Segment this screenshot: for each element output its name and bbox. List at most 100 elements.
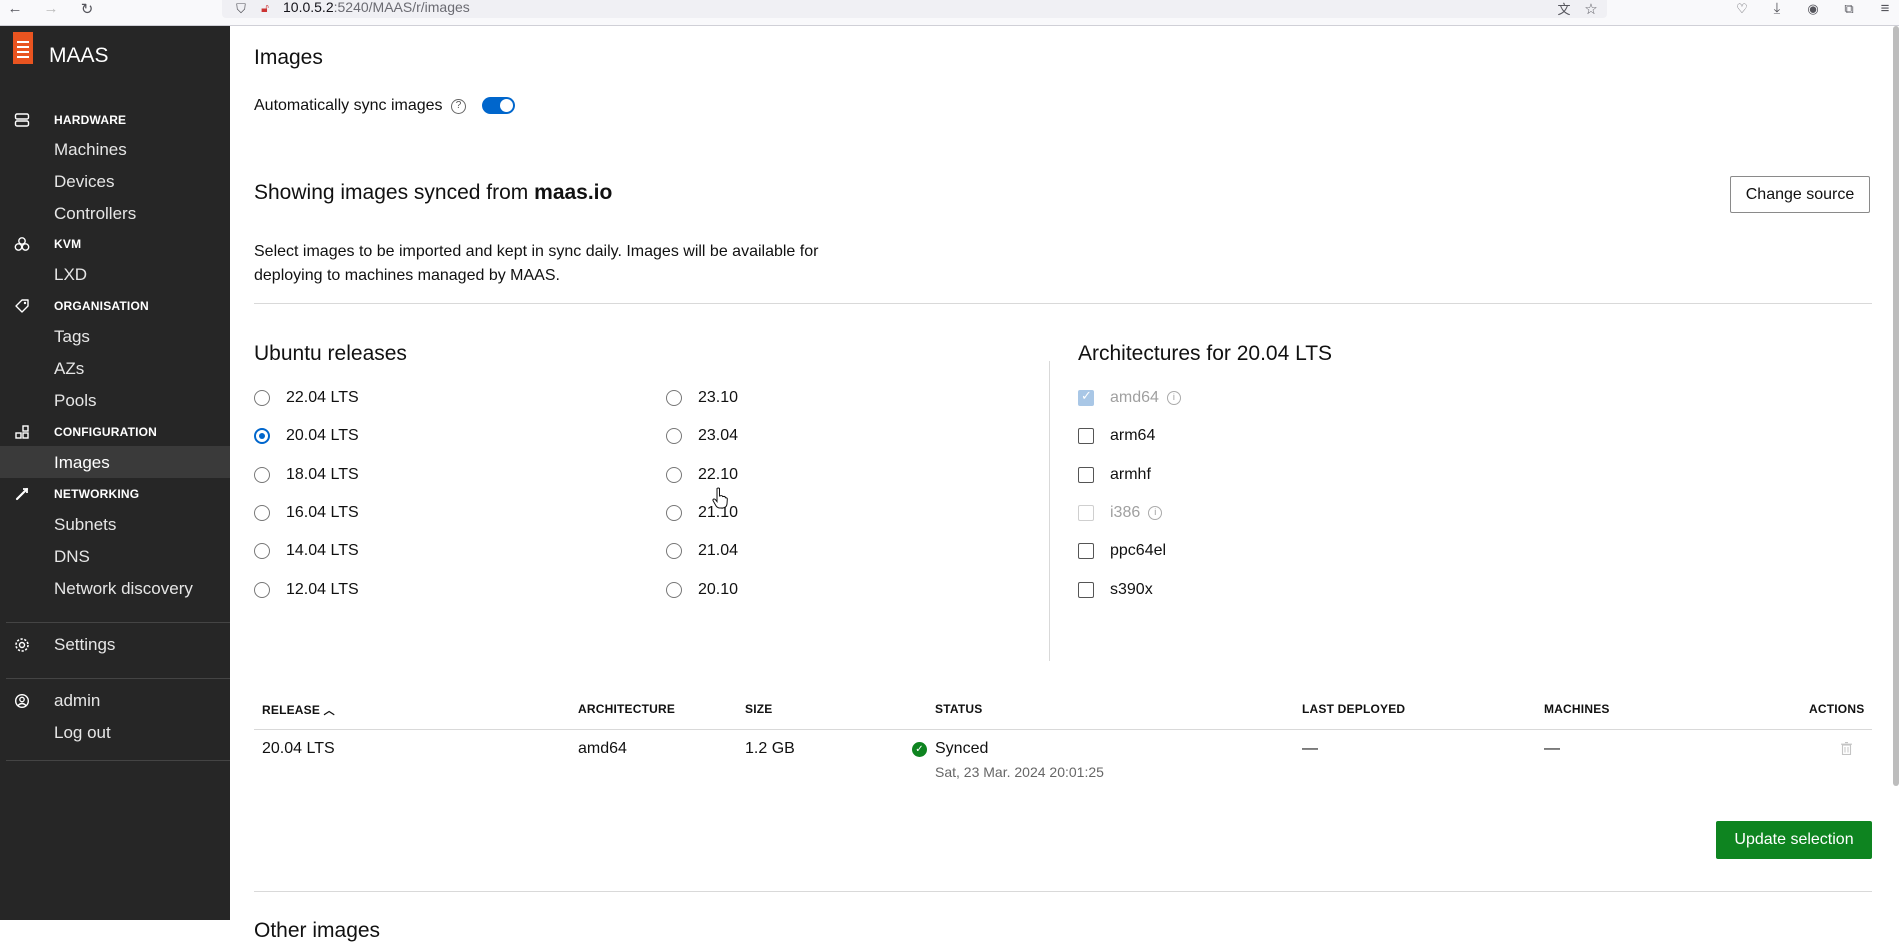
arch-label: arm64 [1110, 427, 1156, 444]
column-header-release[interactable]: RELEASE ︿ [262, 702, 335, 718]
info-icon[interactable]: i [1148, 506, 1163, 520]
auto-sync-toggle[interactable] [482, 97, 515, 114]
radio-button[interactable] [254, 543, 270, 559]
browser-toolbar: ← → ↻ ⛉ 🔓︎ 10.0.5.2:5240/MAAS/r/images 文… [0, 0, 1899, 26]
radio-button-selected[interactable] [254, 428, 270, 444]
radio-button[interactable] [666, 543, 682, 559]
insecure-lock-icon[interactable]: 🔓︎ [254, 0, 276, 17]
release-radio-14-04[interactable]: 14.04 LTS [254, 542, 359, 560]
release-radio-20-04[interactable]: 20.04 LTS [254, 427, 359, 445]
sidebar-item-devices[interactable]: Devices [54, 172, 114, 192]
radio-button[interactable] [666, 467, 682, 483]
source-name: maas.io [534, 181, 613, 204]
cluster-icon [14, 237, 30, 251]
column-header-machines[interactable]: MACHINES [1544, 702, 1610, 716]
sidebar-item-tags[interactable]: Tags [54, 327, 90, 347]
forward-icon[interactable]: → [40, 0, 62, 17]
radio-button[interactable] [666, 582, 682, 598]
cell-last-deployed: — [1302, 740, 1318, 757]
column-header-status[interactable]: STATUS [935, 702, 982, 716]
extensions-icon[interactable]: ⧉ [1838, 0, 1860, 17]
column-header-architecture[interactable]: ARCHITECTURE [578, 702, 675, 716]
radio-button[interactable] [254, 582, 270, 598]
sidebar: MAAS HARDWARE Machines Devices Controlle… [0, 26, 230, 920]
radio-button[interactable] [254, 505, 270, 521]
change-source-button[interactable]: Change source [1730, 176, 1870, 213]
release-radio-23-10[interactable]: 23.10 [666, 389, 738, 407]
translate-icon[interactable]: 文 [1553, 0, 1575, 17]
sidebar-item-subnets[interactable]: Subnets [54, 515, 116, 535]
account-icon[interactable]: ◉ [1802, 0, 1824, 17]
table-header-divider [254, 729, 1872, 730]
release-radio-22-04[interactable]: 22.04 LTS [254, 389, 359, 407]
help-icon[interactable]: ? [451, 99, 466, 114]
sidebar-item-logout[interactable]: Log out [54, 723, 111, 743]
radio-button[interactable] [254, 390, 270, 406]
release-label: 23.10 [698, 389, 739, 406]
nav-heading-networking: NETWORKING [54, 487, 140, 501]
grid-icon [15, 425, 29, 439]
info-icon[interactable]: i [1166, 391, 1181, 405]
nav-heading-hardware: HARDWARE [54, 113, 127, 127]
arch-checkbox-armhf[interactable]: armhf [1078, 466, 1151, 484]
sidebar-item-pools[interactable]: Pools [54, 391, 97, 411]
column-header-last-deployed[interactable]: LAST DEPLOYED [1302, 702, 1405, 716]
column-header-size[interactable]: SIZE [745, 702, 772, 716]
shield-icon[interactable]: ⛉ [230, 0, 252, 17]
checkbox-checked-disabled [1078, 388, 1094, 406]
nav-heading-configuration: CONFIGURATION [54, 425, 158, 439]
checkbox[interactable] [1078, 582, 1094, 598]
page-scrollbar[interactable] [1893, 26, 1899, 786]
sidebar-item-lxd[interactable]: LXD [54, 265, 87, 285]
release-radio-20-10[interactable]: 20.10 [666, 581, 738, 599]
arch-label: s390x [1110, 581, 1153, 598]
release-radio-12-04[interactable]: 12.04 LTS [254, 581, 359, 599]
release-label: 23.04 [698, 427, 739, 444]
maas-logo[interactable] [13, 32, 33, 64]
architectures-heading: Architectures for 20.04 LTS [1078, 342, 1333, 365]
checkbox[interactable] [1078, 543, 1094, 559]
pocket-icon[interactable]: ♡ [1731, 0, 1753, 17]
radio-button[interactable] [666, 505, 682, 521]
sidebar-item-user[interactable]: admin [54, 691, 100, 711]
release-radio-23-04[interactable]: 23.04 [666, 427, 738, 445]
sidebar-item-machines[interactable]: Machines [54, 140, 127, 160]
downloads-icon[interactable]: ⤓ [1766, 0, 1788, 17]
arch-checkbox-ppc64el[interactable]: ppc64el [1078, 542, 1166, 560]
release-radio-21-04[interactable]: 21.04 [666, 542, 738, 560]
sidebar-item-controllers[interactable]: Controllers [54, 204, 136, 224]
sort-ascending-icon[interactable]: ︿ [324, 705, 335, 717]
sidebar-item-network-discovery[interactable]: Network discovery [54, 579, 193, 599]
ubuntu-releases-heading: Ubuntu releases [254, 342, 407, 365]
back-icon[interactable]: ← [4, 0, 26, 17]
url-text[interactable]: 10.0.5.2:5240/MAAS/r/images [283, 0, 470, 16]
sidebar-item-azs[interactable]: AZs [54, 359, 84, 379]
radio-button[interactable] [666, 428, 682, 444]
menu-icon[interactable]: ≡ [1874, 0, 1896, 17]
bookmark-star-icon[interactable]: ☆ [1580, 0, 1602, 18]
sidebar-item-images[interactable]: Images [54, 453, 110, 473]
gear-icon [15, 638, 29, 652]
page-title: Images [254, 46, 323, 69]
radio-button[interactable] [666, 390, 682, 406]
trash-icon[interactable] [1841, 742, 1852, 755]
release-radio-16-04[interactable]: 16.04 LTS [254, 504, 359, 522]
brand-name[interactable]: MAAS [49, 44, 109, 68]
release-label: 12.04 LTS [286, 581, 359, 598]
sidebar-item-dns[interactable]: DNS [54, 547, 90, 567]
reload-icon[interactable]: ↻ [76, 0, 98, 18]
checkbox[interactable] [1078, 467, 1094, 483]
update-selection-button[interactable]: Update selection [1716, 821, 1872, 859]
source-heading-prefix: Showing images synced from [254, 181, 535, 204]
arch-checkbox-arm64[interactable]: arm64 [1078, 427, 1155, 445]
arch-checkbox-s390x[interactable]: s390x [1078, 581, 1153, 599]
cell-release: 20.04 LTS [262, 740, 335, 757]
sidebar-item-settings[interactable]: Settings [54, 635, 115, 655]
radio-button[interactable] [254, 467, 270, 483]
release-radio-18-04[interactable]: 18.04 LTS [254, 466, 359, 484]
cell-architecture: amd64 [578, 740, 627, 757]
section-divider [254, 303, 1872, 304]
user-icon [14, 693, 30, 709]
checkbox[interactable] [1078, 428, 1094, 444]
release-radio-22-10[interactable]: 22.10 [666, 466, 738, 484]
